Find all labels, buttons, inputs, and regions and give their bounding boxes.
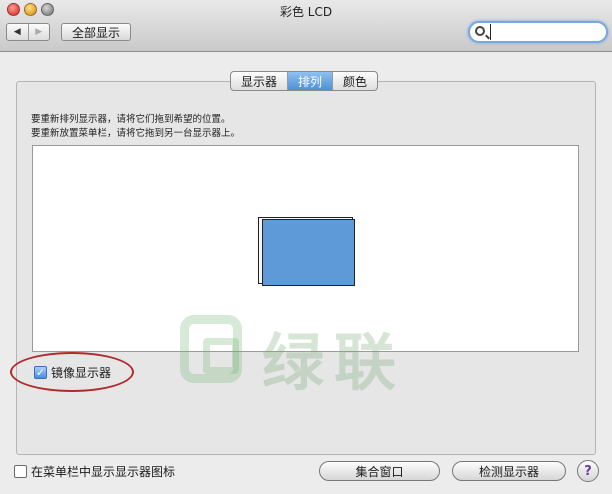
instruction-menubar: 要重新放置菜单栏，请将它拖到另一台显示器上。	[31, 128, 241, 139]
back-button[interactable]: ◀	[7, 24, 28, 40]
mirror-displays-option[interactable]: ✓ 镜像显示器	[34, 364, 111, 381]
back-forward-control: ◀ ▶	[6, 23, 50, 41]
show-all-button[interactable]: 全部显示	[61, 23, 131, 41]
detect-displays-button[interactable]: 检测显示器	[452, 461, 566, 481]
show-in-menubar-label: 在菜单栏中显示显示器图标	[31, 465, 176, 479]
watermark-logo-icon	[180, 315, 242, 383]
mirror-displays-label: 镜像显示器	[51, 366, 112, 380]
preferences-window: 彩色 LCD ◀ ▶ 全部显示 显示器 排列 颜色 要重新排列显示器，请将它们拖…	[0, 0, 612, 494]
search-input[interactable]	[490, 24, 600, 40]
mirror-displays-checkbox[interactable]: ✓	[34, 366, 47, 379]
help-icon[interactable]: ?	[577, 460, 599, 482]
search-icon	[475, 26, 485, 36]
menubar-strip[interactable]	[258, 214, 353, 218]
gather-windows-button[interactable]: 集合窗口	[319, 461, 440, 481]
tab-display[interactable]: 显示器	[231, 72, 287, 90]
search-field[interactable]	[468, 21, 608, 43]
instruction-arrange: 要重新排列显示器，请将它们拖到希望的位置。	[31, 114, 231, 125]
show-in-menubar-option[interactable]: 在菜单栏中显示显示器图标	[14, 463, 175, 480]
toolbar: 彩色 LCD ◀ ▶ 全部显示	[0, 0, 612, 52]
window-title: 彩色 LCD	[279, 5, 333, 19]
tab-color[interactable]: 颜色	[332, 72, 377, 90]
watermark-text: 绿联	[262, 326, 407, 399]
tab-bar: 显示器 排列 颜色	[230, 71, 379, 91]
show-in-menubar-checkbox[interactable]	[14, 465, 27, 478]
forward-button[interactable]: ▶	[27, 24, 50, 40]
primary-display-thumbnail[interactable]	[262, 219, 355, 286]
tab-arrangement[interactable]: 排列	[287, 72, 333, 90]
